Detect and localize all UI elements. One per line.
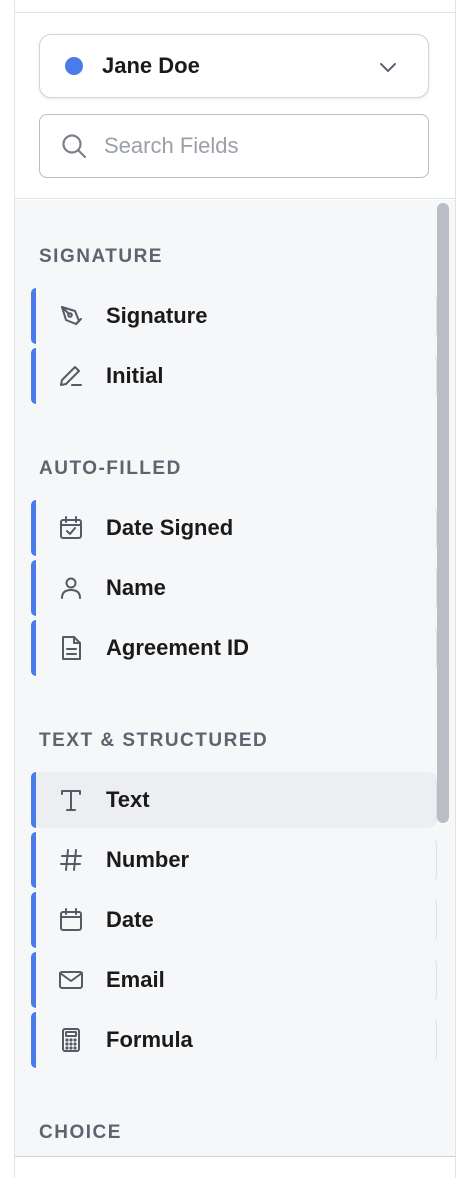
section-title-auto-filled: AUTO-FILLED xyxy=(39,458,182,479)
bottom-divider xyxy=(15,1156,455,1157)
section-title-signature: SIGNATURE xyxy=(39,246,163,267)
field-item-name[interactable]: Name xyxy=(31,560,437,616)
field-item-agreement-id[interactable]: Agreement ID xyxy=(31,620,437,676)
field-item-signature[interactable]: Signature xyxy=(31,288,437,344)
field-label: Formula xyxy=(106,1027,193,1052)
user-icon xyxy=(57,574,85,602)
field-item-date[interactable]: Date xyxy=(31,892,437,948)
field-palette-panel: Jane Doe SIGNATURE Sig xyxy=(14,0,456,1178)
field-label: Date Signed xyxy=(106,515,234,540)
envelope-icon xyxy=(57,966,85,994)
section-title-choice: CHOICE xyxy=(39,1122,122,1143)
field-label: Text xyxy=(106,787,150,812)
field-label: Number xyxy=(106,847,190,872)
calendar-icon xyxy=(57,906,85,934)
section-title-text-structured: TEXT & STRUCTURED xyxy=(39,730,269,751)
signer-color-dot xyxy=(65,57,83,75)
field-label: Signature xyxy=(106,303,208,328)
search-field[interactable] xyxy=(39,114,429,178)
calculator-icon xyxy=(57,1026,85,1054)
field-label: Date xyxy=(106,907,154,932)
pen-nib-icon xyxy=(57,302,85,330)
field-label: Initial xyxy=(106,363,164,388)
field-label: Name xyxy=(106,575,166,600)
scrollbar[interactable] xyxy=(437,200,449,1156)
signer-name: Jane Doe xyxy=(102,53,200,78)
panel-header: Jane Doe xyxy=(15,13,455,199)
field-item-formula[interactable]: Formula xyxy=(31,1012,437,1068)
hash-icon xyxy=(57,846,85,874)
calendar-check-icon xyxy=(57,514,85,542)
field-item-number[interactable]: Number xyxy=(31,832,437,888)
pencil-icon xyxy=(57,362,85,390)
field-item-email[interactable]: Email xyxy=(31,952,437,1008)
field-item-text[interactable]: Text xyxy=(31,772,437,828)
search-icon xyxy=(62,134,87,159)
field-item-initial[interactable]: Initial xyxy=(31,348,437,404)
field-list[interactable]: SIGNATURE Signature Initial AUTO-FILLED … xyxy=(15,200,455,1156)
field-label: Email xyxy=(106,967,165,992)
scrollbar-thumb[interactable] xyxy=(437,203,449,823)
signer-select[interactable]: Jane Doe xyxy=(39,34,429,98)
text-t-icon xyxy=(57,786,85,814)
document-icon xyxy=(57,634,85,662)
chevron-down-icon xyxy=(380,63,396,72)
field-item-date-signed[interactable]: Date Signed xyxy=(31,500,437,556)
search-input[interactable] xyxy=(104,133,404,159)
field-label: Agreement ID xyxy=(106,635,250,660)
